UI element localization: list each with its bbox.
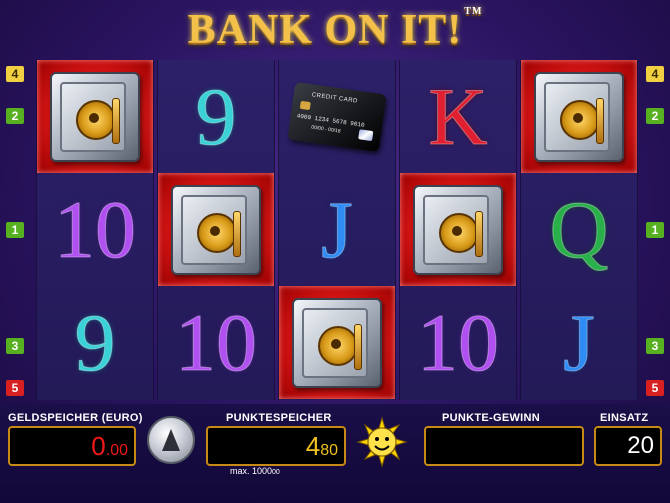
symbol-nine: 9 [74,296,116,388]
points-display: 480 [206,426,346,466]
reel-4: K 10 [399,60,517,400]
up-arrow-icon [162,429,180,451]
safe-icon [292,297,382,388]
win-display [424,426,584,466]
payline-5-left[interactable]: 5 [6,380,24,396]
symbol-ten: 10 [175,296,258,388]
symbol-jack: J [563,296,596,388]
payline-4-right[interactable]: 4 [646,66,664,82]
reel-3: CREDIT CARD 4000 1234 5678 9010 00/00 - … [278,60,396,400]
reel-5-row-3: J [521,286,637,399]
payline-3-right[interactable]: 3 [646,338,664,354]
payline-4-left[interactable]: 4 [6,66,24,82]
safe-icon [534,71,624,162]
symbol-king: K [428,70,488,162]
safe-icon [171,184,261,275]
merkur-sun-logo [356,416,408,468]
credit-value: 0.00 [91,431,128,461]
payline-3-left[interactable]: 3 [6,338,24,354]
reel-3-row-3 [279,286,395,399]
reel-5-row-2: Q [521,173,637,286]
reel-1-row-2: 10 [37,173,153,286]
reel-5: Q J [520,60,638,400]
payline-1-left[interactable]: 1 [6,222,24,238]
win-label: PUNKTE-GEWINN [442,412,541,424]
credit-label: GELDSPEICHER (EURO) [8,412,143,424]
safe-icon [413,184,503,275]
game-title: BANK ON IT! TM [0,6,670,54]
reel-5-row-1 [521,60,637,173]
payline-5-right[interactable]: 5 [646,380,664,396]
points-value: 480 [305,431,338,461]
symbol-nine: 9 [195,70,237,162]
reel-1: 10 9 [36,60,154,400]
symbol-jack: J [321,183,354,275]
payline-2-left[interactable]: 2 [6,108,24,124]
safe-icon [50,71,140,162]
bet-label: EINSATZ [600,412,649,424]
card-number: 4000 1234 5678 9010 [296,111,366,129]
payline-2-right[interactable]: 2 [646,108,664,124]
reel-1-row-3: 9 [37,286,153,399]
reel-3-row-2: J [279,173,395,286]
symbol-queen: Q [549,183,609,275]
trademark: TM [464,6,483,17]
bet-display[interactable]: 20 [594,426,662,466]
points-label: PUNKTESPEICHER [226,412,332,424]
reel-4-row-1: K [400,60,516,173]
reel-3-row-1: CREDIT CARD 4000 1234 5678 9010 00/00 - … [279,60,395,173]
card-expiry: 00/00 - 00/18 [310,124,341,135]
game-title-text: BANK ON IT! [187,7,463,53]
card-title: CREDIT CARD [311,91,359,105]
reel-4-row-2 [400,173,516,286]
reel-2-row-1: 9 [158,60,274,173]
credit-display: 0.00 [8,426,136,466]
points-max: max. 100000 [230,466,280,476]
reel-area: 10 9 9 10 CREDIT CARD 4000 1234 5678 901… [36,60,638,400]
reel-2: 9 10 [157,60,275,400]
reel-4-row-3: 10 [400,286,516,399]
reel-2-row-2 [158,173,274,286]
reel-2-row-3: 10 [158,286,274,399]
symbol-ten: 10 [417,296,500,388]
payline-1-right[interactable]: 1 [646,222,664,238]
symbol-ten: 10 [54,183,137,275]
autoplay-button[interactable] [147,416,195,464]
bet-value: 20 [627,432,654,459]
credit-card-icon: CREDIT CARD 4000 1234 5678 9010 00/00 - … [287,81,387,152]
reel-1-row-1 [37,60,153,173]
